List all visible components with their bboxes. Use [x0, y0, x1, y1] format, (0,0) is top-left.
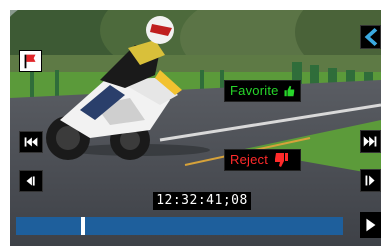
step-forward-icon [365, 175, 375, 186]
progress-fill [16, 217, 83, 235]
flag-button[interactable] [19, 50, 42, 72]
thumbs-down-icon [275, 153, 289, 167]
back-button[interactable] [360, 25, 381, 49]
progress-thumb[interactable] [81, 217, 85, 235]
favorite-button[interactable]: Favorite [224, 80, 301, 102]
chevron-left-icon [364, 27, 378, 47]
progress-track[interactable] [16, 217, 343, 235]
play-button[interactable] [360, 212, 381, 238]
step-back-button[interactable] [19, 170, 43, 192]
video-player: Favorite Reject 12:32:41;08 [10, 10, 381, 246]
timecode-display: 12:32:41;08 [153, 192, 251, 210]
step-forward-button[interactable] [360, 169, 381, 192]
thumbs-up-icon [284, 85, 294, 97]
skip-to-start-button[interactable] [19, 131, 43, 153]
step-back-icon [26, 176, 35, 186]
flag-icon [24, 54, 36, 69]
skip-to-start-icon [24, 137, 38, 147]
skip-to-end-icon [363, 136, 377, 147]
video-frame [10, 10, 381, 246]
play-icon [366, 218, 376, 232]
skip-to-end-button[interactable] [360, 130, 381, 153]
reject-label: Reject [230, 152, 269, 167]
reject-button[interactable]: Reject [224, 149, 301, 171]
favorite-label: Favorite [230, 83, 279, 98]
